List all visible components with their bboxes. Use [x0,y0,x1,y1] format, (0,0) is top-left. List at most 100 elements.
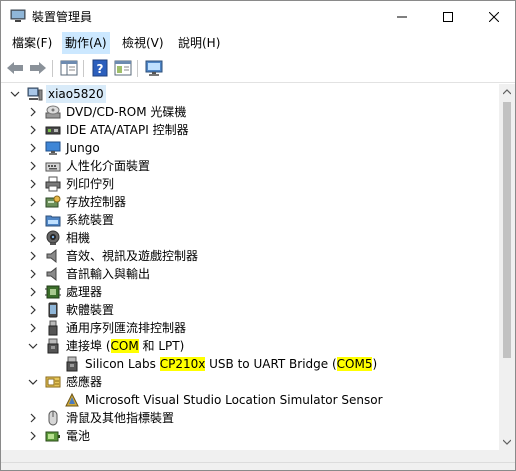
tree-item-audio-io[interactable]: 音訊輸入與輸出 [1,265,499,283]
tree-item-software-device[interactable]: 軟體裝置 [1,301,499,319]
tree-item-camera[interactable]: 相機 [1,229,499,247]
tree-item-jungo[interactable]: Jungo [1,139,499,157]
scroll-down-button[interactable] [499,434,515,450]
expand-chevron-icon[interactable] [27,160,39,172]
camera-icon [46,230,60,245]
tree-item-processor[interactable]: 處理器 [1,283,499,301]
tree-item-hid[interactable]: 人性化介面裝置 [1,157,499,175]
expand-chevron-icon[interactable] [27,106,39,118]
menu-bar: 檔案(F) 動作(A) 檢視(V) 說明(H) [1,32,515,54]
minimize-button[interactable] [379,1,425,32]
menu-view[interactable]: 檢視(V) [119,32,167,54]
properties-pane-button[interactable] [59,58,79,78]
tree-item-sensors[interactable]: 感應器 [1,373,499,391]
tree-item-label: 相機 [66,231,91,245]
collapse-chevron-icon[interactable] [27,376,39,388]
show-hide-button[interactable] [113,58,133,78]
properties-pane-icon [60,60,78,76]
speaker-icon [46,266,57,282]
tree-item-print-queue[interactable]: 列印佇列 [1,175,499,193]
tree-item-label: 列印佇列 [66,177,115,191]
scroll-thumb[interactable] [503,102,511,358]
tree-item-label: 存放控制器 [66,195,127,209]
scan-hardware-button[interactable] [144,58,164,78]
vertical-scrollbar[interactable] [499,84,515,450]
tree-item-sound-video[interactable]: 音效、視訊及遊戲控制器 [1,247,499,265]
help-icon: ? [92,59,108,77]
tree-item-label: 系統裝置 [66,213,115,227]
software-device-icon [48,302,58,318]
collapse-chevron-icon[interactable] [27,340,39,352]
toolbar: ? [1,54,515,83]
tree-item-mouse[interactable]: 滑鼠及其他指標裝置 [1,409,499,427]
tree-item-label: 感應器 [66,375,103,389]
status-bar [1,462,515,470]
tree-item-storage[interactable]: 存放控制器 [1,193,499,211]
expand-chevron-icon[interactable] [27,232,39,244]
tree-item-label: 通用序列匯流排控制器 [66,321,187,335]
close-button[interactable] [471,1,516,32]
tree-item-usb[interactable]: 通用序列匯流排控制器 [1,319,499,337]
tree-item-dvd[interactable]: DVD/CD-ROM 光碟機 [1,103,499,121]
expand-chevron-icon[interactable] [27,214,39,226]
sensor-icon [45,376,61,388]
expand-chevron-icon[interactable] [27,196,39,208]
expand-chevron-icon[interactable] [27,250,39,262]
tree-root-row[interactable]: xiao5820 [1,85,499,103]
expand-chevron-icon[interactable] [27,412,39,424]
expand-chevron-icon[interactable] [27,268,39,280]
title-bar[interactable]: 裝置管理員 [1,1,515,32]
tree-item-label: 軟體裝置 [66,303,115,317]
forward-button[interactable] [28,58,48,78]
menu-help[interactable]: 說明(H) [175,32,223,54]
tree-item-ports[interactable]: 連接埠 (COM 和 LPT) [1,337,499,355]
speaker-icon [46,248,57,264]
battery-icon [45,431,60,442]
expand-chevron-icon[interactable] [27,178,39,190]
svg-text:?: ? [97,62,104,76]
collapse-chevron-icon[interactable] [9,88,21,100]
optical-drive-icon [45,105,61,119]
toolbar-separator [137,60,138,77]
menu-file[interactable]: 檔案(F) [9,32,55,54]
device-manager-window: 裝置管理員 檔案(F) 動作(A) 檢視(V) 說明(H) ? xiao5820… [0,0,516,471]
scrollbar-corner [499,450,515,462]
tree-item-system[interactable]: 系統裝置 [1,211,499,229]
processor-icon [45,285,61,299]
expand-chevron-icon[interactable] [27,304,39,316]
tree-item-label: 滑鼠及其他指標裝置 [66,411,175,425]
tree-item-label: 人性化介面裝置 [66,159,151,173]
tree-item-battery[interactable]: 電池 [1,427,499,445]
expand-chevron-icon[interactable] [27,286,39,298]
device-manager-icon [10,9,26,22]
tree-item-label: 處理器 [66,285,103,299]
tree-item-cp210x[interactable]: Silicon Labs CP210x USB to UART Bridge (… [1,355,499,373]
device-tree: xiao5820 DVD/CD-ROM 光碟機 IDE ATA/ATAPI 控制… [1,84,499,450]
tree-item-label: Silicon Labs CP210x USB to UART Bridge (… [85,357,378,371]
location-sensor-icon [65,392,79,407]
expand-chevron-icon[interactable] [27,124,39,136]
tree-item-label: 音效、視訊及遊戲控制器 [66,249,199,263]
tree-item-label: 連接埠 (COM 和 LPT) [66,339,185,353]
highlight-text: COM5 [336,357,373,371]
mouse-icon [48,410,58,426]
expand-chevron-icon[interactable] [27,430,39,442]
tree-item-label: 電池 [66,429,91,443]
keyboard-icon [45,162,61,172]
tree-item-ide[interactable]: IDE ATA/ATAPI 控制器 [1,121,499,139]
back-button[interactable] [5,58,25,78]
expand-chevron-icon[interactable] [27,142,39,154]
maximize-button[interactable] [425,1,471,32]
tree-item-label: DVD/CD-ROM 光碟機 [66,105,187,119]
menu-action[interactable]: 動作(A) [62,32,110,54]
port-icon [66,356,78,372]
help-button[interactable]: ? [90,58,110,78]
highlight-text: COM [110,339,139,353]
close-icon [489,11,499,22]
show-hide-icon [114,60,132,76]
tree-item-location-sensor[interactable]: Microsoft Visual Studio Location Simulat… [1,391,499,409]
scroll-down-icon [503,439,511,445]
scroll-up-button[interactable] [499,84,515,100]
maximize-icon [443,11,453,22]
expand-chevron-icon[interactable] [27,322,39,334]
